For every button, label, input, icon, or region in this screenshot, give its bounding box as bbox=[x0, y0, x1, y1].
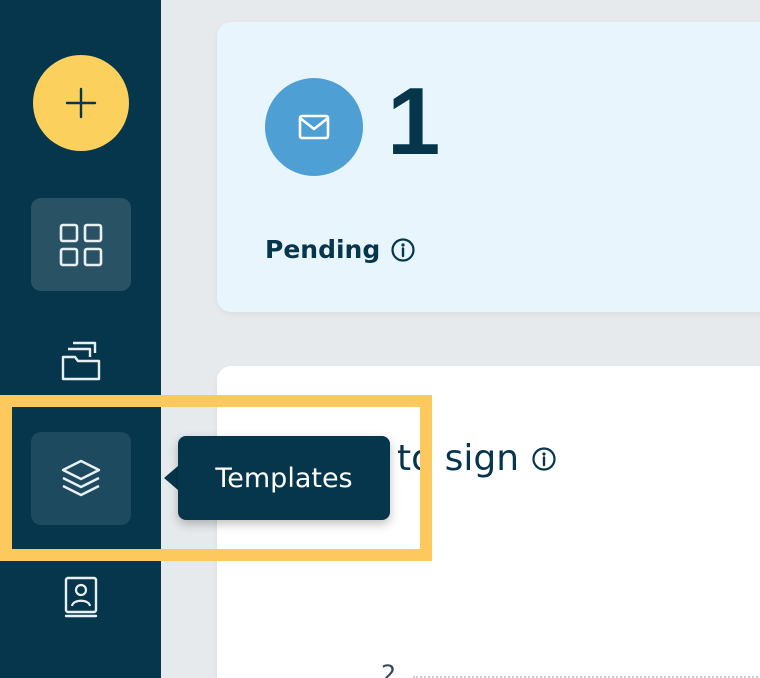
contact-book-icon bbox=[64, 576, 98, 617]
grid-icon bbox=[59, 223, 103, 266]
pending-label-row: Pending bbox=[265, 235, 416, 264]
mail-badge bbox=[265, 78, 363, 176]
layers-icon bbox=[61, 459, 101, 496]
app-window: 1 Pending to sign 2 Templates bbox=[0, 0, 760, 678]
to-sign-title: to sign bbox=[397, 438, 520, 479]
mail-icon bbox=[298, 114, 330, 140]
pending-count: 1 bbox=[387, 68, 441, 175]
info-icon[interactable] bbox=[390, 237, 416, 263]
folder-icon bbox=[61, 341, 101, 380]
to-sign-card: to sign 2 bbox=[217, 366, 760, 678]
add-button[interactable] bbox=[33, 55, 129, 151]
sidebar-item-contacts[interactable] bbox=[31, 550, 131, 643]
plus-icon bbox=[65, 87, 97, 119]
to-sign-title-row: to sign bbox=[397, 438, 557, 479]
sidebar-item-dashboard[interactable] bbox=[31, 198, 131, 291]
sidebar-item-documents[interactable] bbox=[31, 314, 131, 407]
pending-label: Pending bbox=[265, 235, 381, 264]
templates-tooltip: Templates bbox=[178, 436, 390, 520]
info-icon[interactable] bbox=[531, 446, 557, 472]
sidebar-item-templates[interactable] bbox=[31, 432, 131, 525]
tooltip-arrow bbox=[164, 466, 178, 490]
chart-axis-tick: 2 bbox=[381, 660, 397, 678]
sidebar bbox=[0, 0, 161, 678]
pending-card[interactable]: 1 Pending bbox=[217, 22, 760, 312]
